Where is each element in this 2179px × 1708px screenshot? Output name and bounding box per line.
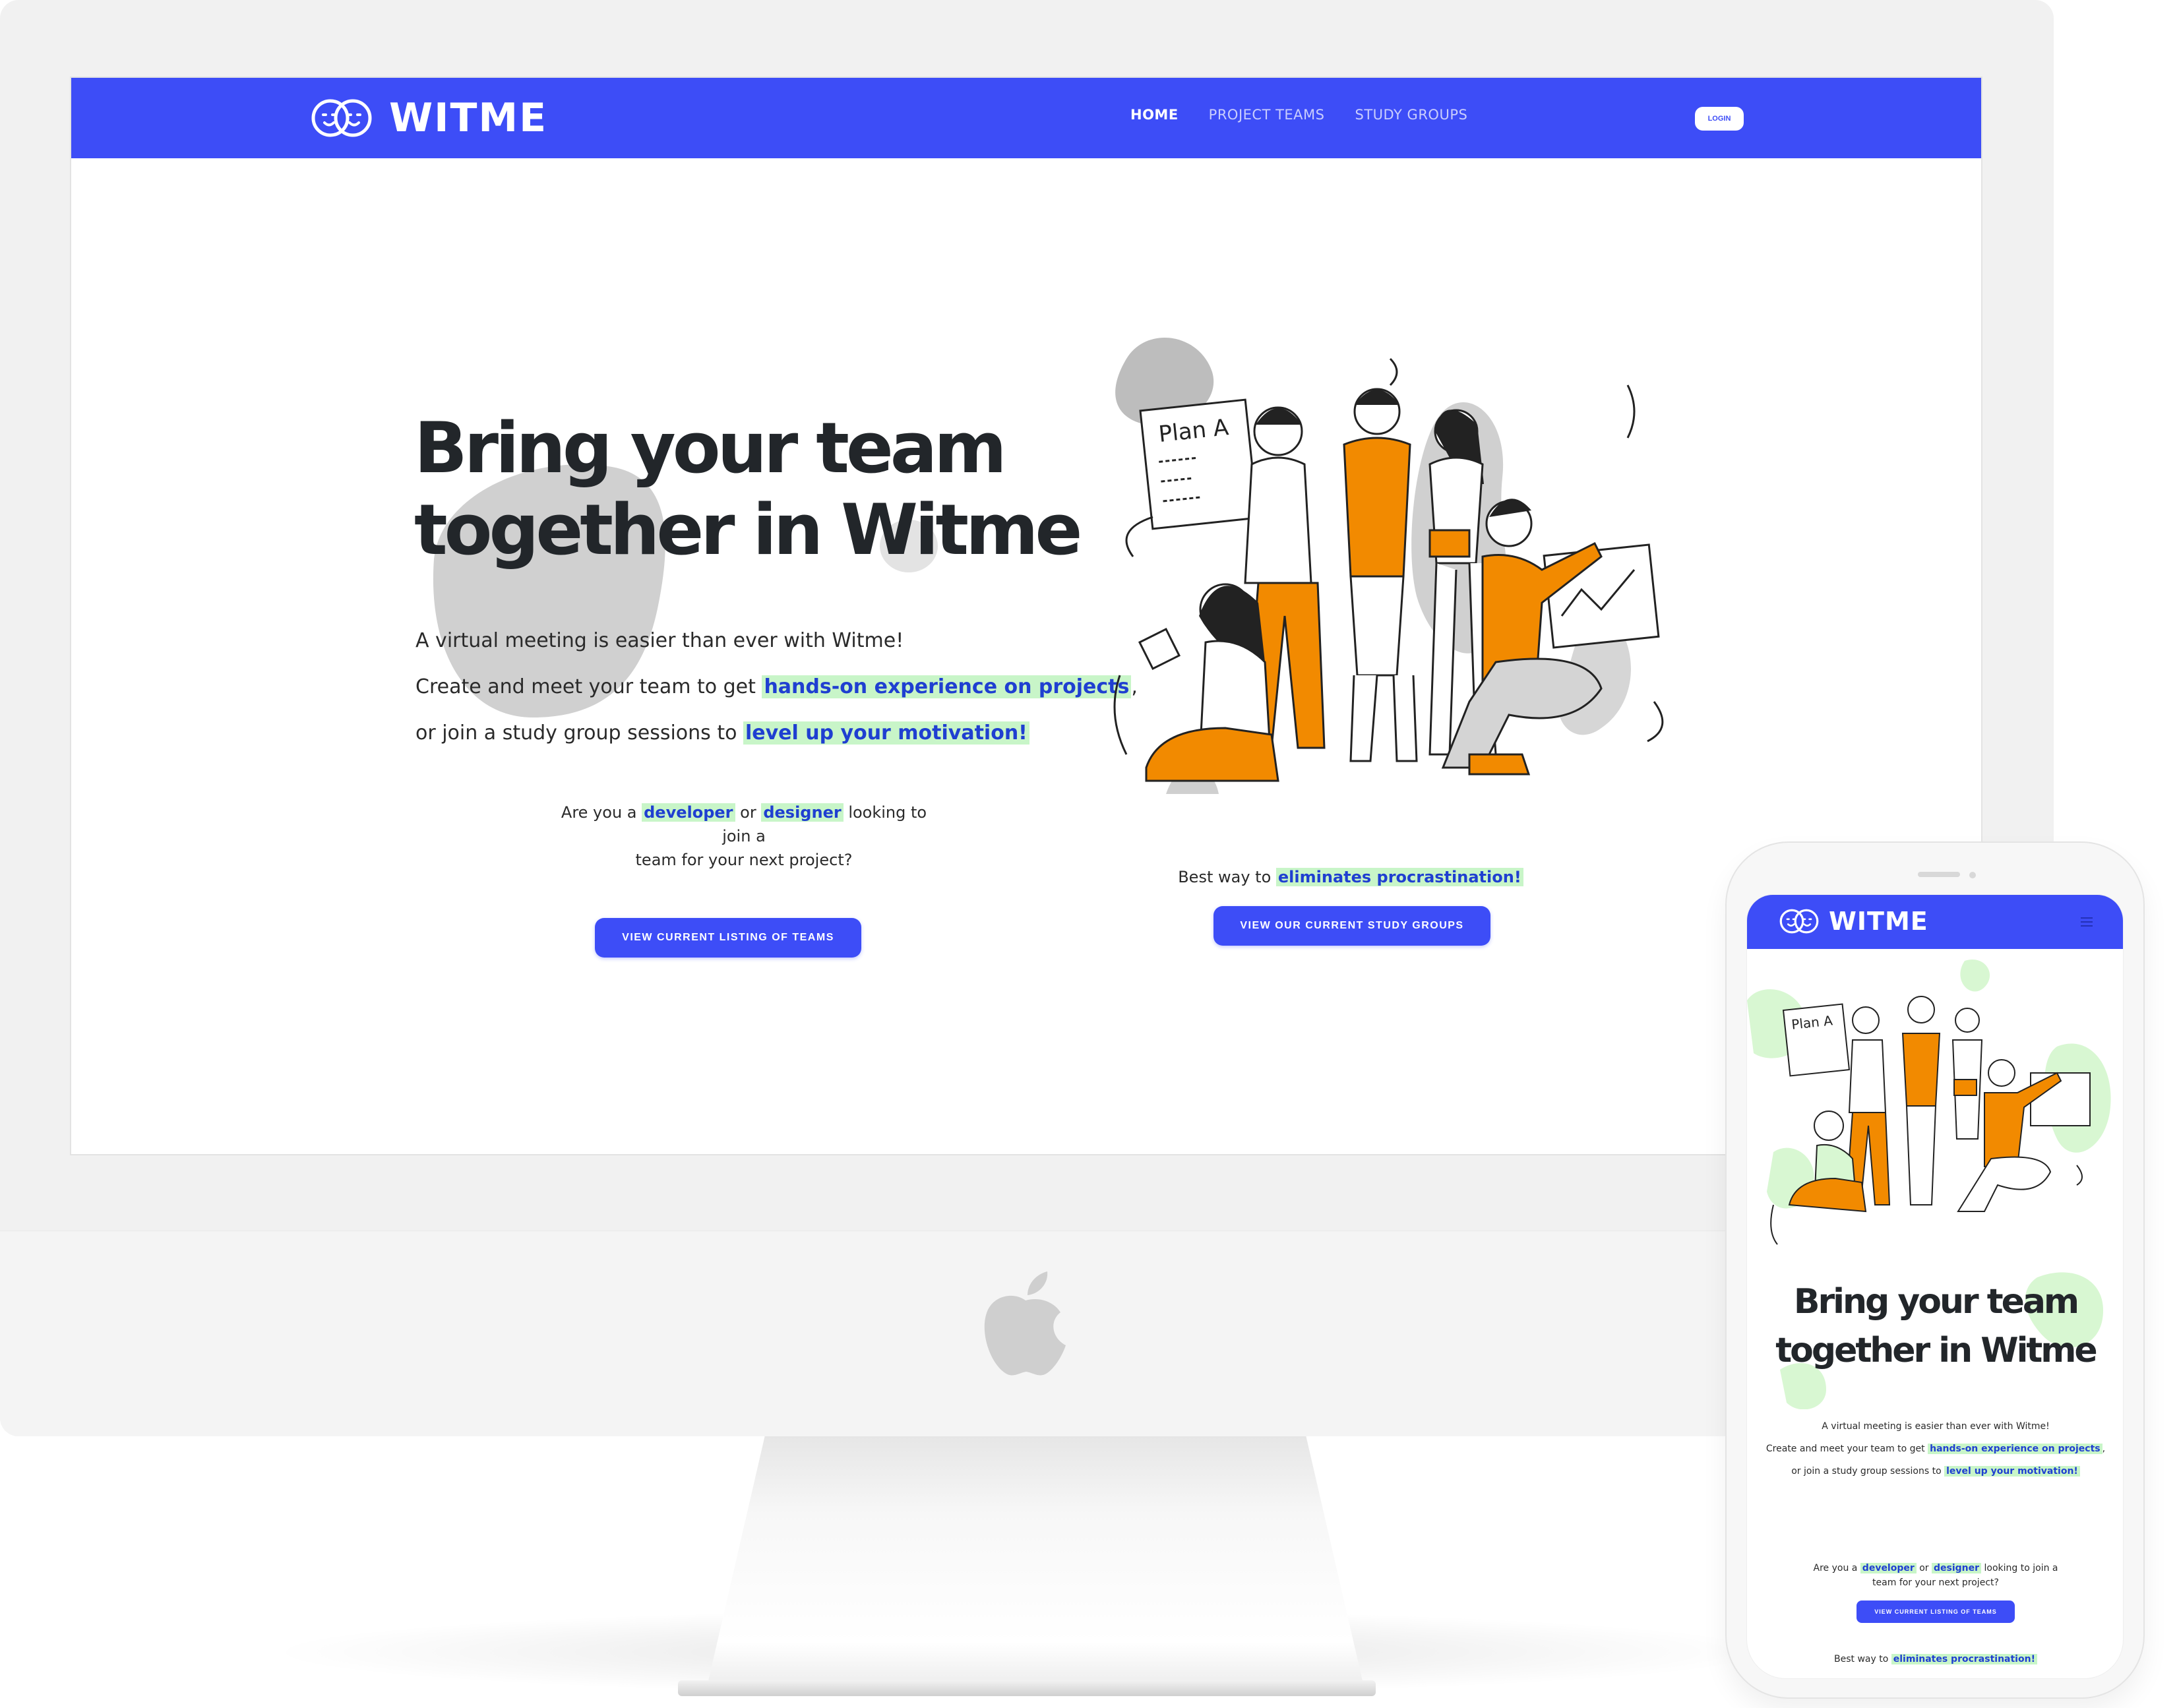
mobile-study-cta-pre: Best way to xyxy=(1834,1654,1891,1664)
hero-line-1: A virtual meeting is easier than ever wi… xyxy=(415,629,904,652)
mobile-team-illustration: Plan A xyxy=(1747,960,2111,1245)
hero-line-2-text: Create and meet your team to get xyxy=(415,675,762,698)
study-cta-text: Best way to eliminates procrastination! xyxy=(1166,865,1535,889)
phone-camera xyxy=(1969,872,1976,878)
mobile-hero-line-2-text: Create and meet your team to get xyxy=(1765,1444,1928,1454)
highlight-designer: designer xyxy=(761,803,844,822)
brand[interactable]: WITME xyxy=(310,95,548,141)
hero-title-line-2: together in Witme xyxy=(414,489,1082,570)
nav-project-teams[interactable]: PROJECT TEAMS xyxy=(1209,107,1325,123)
view-study-groups-button[interactable]: VIEW OUR CURRENT STUDY GROUPS xyxy=(1213,906,1490,946)
mobile-navbar: WITME xyxy=(1747,895,2123,949)
mobile-hero-title-line-2: together in Witme xyxy=(1775,1331,2097,1370)
mobile-study-cta-text: Best way to eliminates procrastination! xyxy=(1813,1652,2058,1666)
highlight-procrastination: eliminates procrastination! xyxy=(1275,868,1523,886)
highlight-hands-on: hands-on experience on projects xyxy=(762,675,1132,698)
mobile-hero-line-3-text: or join a study group sessions to xyxy=(1791,1466,1945,1477)
nav-study-groups[interactable]: STUDY GROUPS xyxy=(1355,107,1468,123)
top-navbar: WITME HOME PROJECT TEAMS STUDY GROUPS LO… xyxy=(71,78,1981,158)
mobile-website: WITME Plan A Bring your team together in… xyxy=(1746,894,2124,1679)
teams-cta-pre: Are you a xyxy=(561,803,642,822)
mobile-teams-cta-pre: Are you a xyxy=(1813,1563,1860,1573)
mobile-highlight-hands-on: hands-on experience on projects xyxy=(1928,1444,2102,1454)
mobile-view-teams-button[interactable]: VIEW CURRENT LISTING OF TEAMS xyxy=(1857,1601,2015,1623)
highlight-developer: developer xyxy=(642,803,735,822)
mobile-highlight-developer: developer xyxy=(1860,1563,1917,1573)
mobile-teams-cta-post2: team for your next project? xyxy=(1872,1577,1999,1588)
mobile-hero-line-3: or join a study group sessions to level … xyxy=(1747,1466,2123,1477)
mobile-hero-line-2-comma: , xyxy=(2102,1444,2106,1454)
mobile-brand[interactable]: WITME xyxy=(1779,907,1928,936)
mobile-hero-title-line-1: Bring your team xyxy=(1793,1282,2079,1322)
mobile-teams-cta-mid: or xyxy=(1916,1563,1932,1573)
hero-title-line-1: Bring your team xyxy=(414,408,1007,489)
mobile-teams-cta-post1: looking to join a xyxy=(1981,1563,2058,1573)
teams-cta-post2: team for your next project? xyxy=(635,851,853,869)
mobile-highlight-designer: designer xyxy=(1932,1563,1982,1573)
phone-speaker xyxy=(1918,872,1960,877)
brand-name: WITME xyxy=(389,95,548,141)
mobile-hero-line-2: Create and meet your team to get hands-o… xyxy=(1747,1444,2123,1454)
mobile-brand-name: WITME xyxy=(1829,907,1928,936)
teams-cta-text: Are you a developer or designer looking … xyxy=(559,801,929,872)
imac-stand xyxy=(708,1436,1363,1684)
highlight-level-up: level up your motivation! xyxy=(743,721,1029,745)
nav-menu: HOME PROJECT TEAMS STUDY GROUPS xyxy=(1130,107,1467,123)
mobile-highlight-procrastination: eliminates procrastination! xyxy=(1891,1654,2037,1664)
hero-title: Bring your team together in Witme xyxy=(414,408,1140,571)
two-faces-logo-icon xyxy=(311,99,372,137)
study-cta-pre: Best way to xyxy=(1178,868,1276,886)
mobile-hero-line-1: A virtual meeting is easier than ever wi… xyxy=(1822,1421,2050,1432)
mobile-hero-title: Bring your team together in Witme xyxy=(1747,1277,2123,1375)
mobile-highlight-level-up: level up your motivation! xyxy=(1944,1466,2080,1477)
nav-home[interactable]: HOME xyxy=(1130,107,1179,123)
phone-notch xyxy=(1826,861,2047,897)
imac-stand-base xyxy=(678,1680,1376,1696)
two-faces-logo-icon xyxy=(1779,909,1819,934)
teams-cta-mid: or xyxy=(735,803,762,822)
team-illustration: Plan A xyxy=(1113,337,1664,794)
hero-line-3: or join a study group sessions to level … xyxy=(415,721,1029,745)
hero-line-2: Create and meet your team to get hands-o… xyxy=(415,675,1138,698)
hamburger-menu-icon[interactable] xyxy=(2081,917,2093,927)
phone-frame: WITME Plan A Bring your team together in… xyxy=(1725,841,2145,1699)
mobile-teams-cta-text: Are you a developer or designer looking … xyxy=(1813,1561,2058,1590)
view-teams-button[interactable]: VIEW CURRENT LISTING OF TEAMS xyxy=(595,918,861,958)
login-button[interactable]: LOGIN xyxy=(1695,107,1744,131)
hero-line-3-text: or join a study group sessions to xyxy=(415,721,743,745)
apple-logo-icon xyxy=(984,1271,1066,1376)
desktop-website: WITME HOME PROJECT TEAMS STUDY GROUPS LO… xyxy=(70,76,1982,1155)
